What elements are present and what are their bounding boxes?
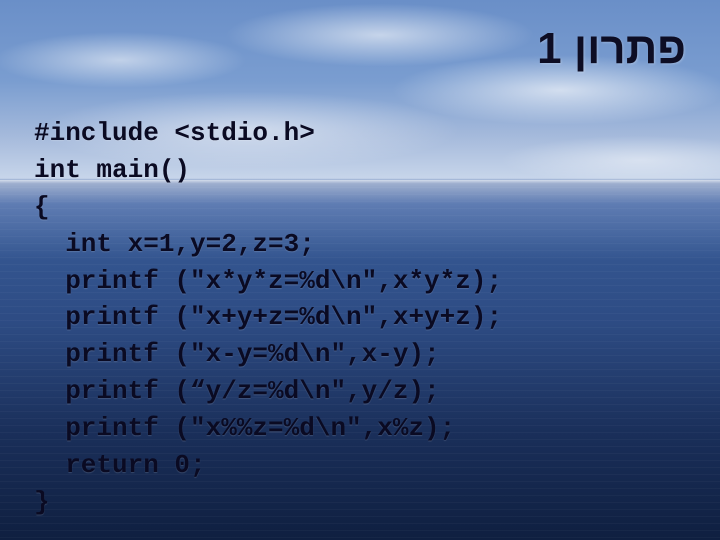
code-line: return 0; — [65, 450, 205, 480]
code-line: { — [34, 192, 50, 222]
code-line: printf ("x*y*z=%d\n",x*y*z); — [65, 266, 502, 296]
code-line: printf ("x+y+z=%d\n",x+y+z); — [65, 302, 502, 332]
code-line: int x=1,y=2,z=3; — [65, 229, 315, 259]
slide-title: פתרון 1 — [537, 24, 686, 74]
code-line: printf ("x%%z=%d\n",x%z); — [65, 413, 455, 443]
code-line: } — [34, 487, 50, 517]
code-line: int main() — [34, 155, 190, 185]
code-line: printf (“y/z=%d\n",y/z); — [65, 376, 439, 406]
code-line: #include <stdio.h> — [34, 118, 315, 148]
code-block: #include <stdio.h> int main() { int x=1,… — [34, 78, 502, 521]
slide-background: פתרון 1 #include <stdio.h> int main() { … — [0, 0, 720, 540]
code-line: printf ("x-y=%d\n",x-y); — [65, 339, 439, 369]
